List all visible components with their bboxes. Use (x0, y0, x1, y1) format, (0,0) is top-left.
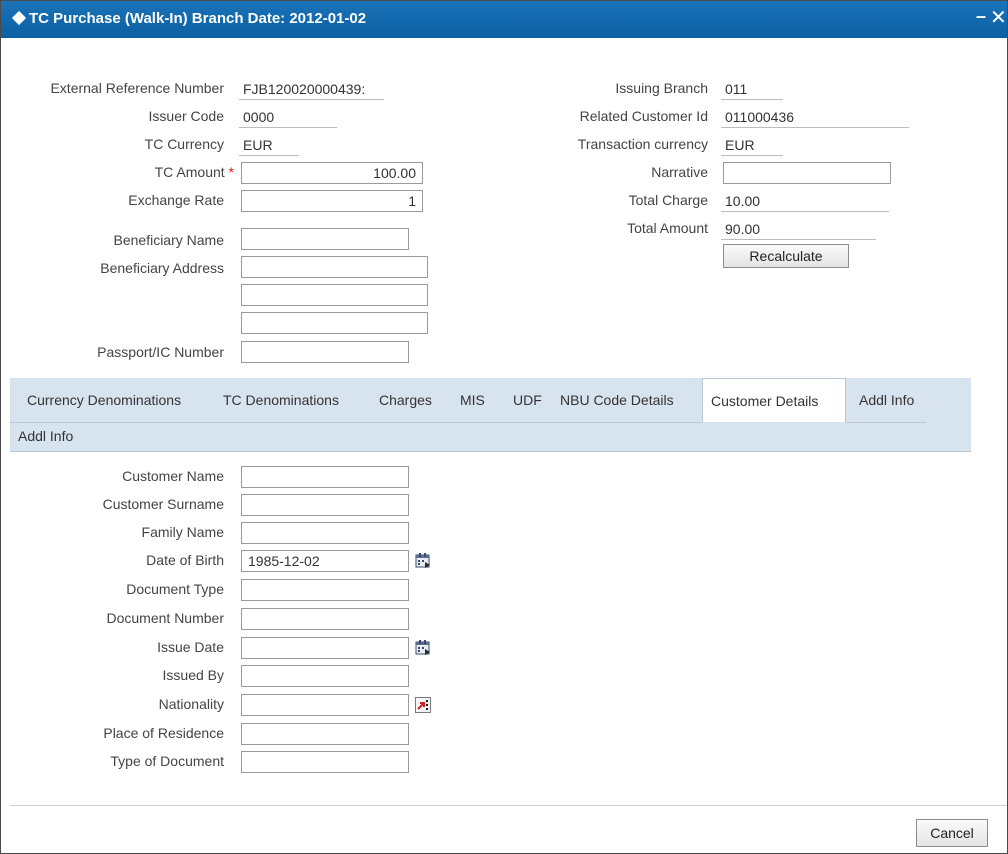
document-number-label: Document Number (106, 610, 225, 626)
tab-tc-denominations[interactable]: TC Denominations (223, 378, 339, 422)
total-charge-field[interactable]: 10.00 (721, 190, 889, 212)
dob-label: Date of Birth (146, 552, 224, 568)
tab-mis[interactable]: MIS (460, 378, 485, 422)
family-name-label: Family Name (141, 524, 224, 540)
calendar-icon[interactable] (415, 552, 431, 568)
transaction-currency-label: Transaction currency (577, 136, 708, 152)
tab-divider-right (846, 422, 926, 423)
dob-input[interactable]: 1985-12-02 (241, 550, 409, 572)
related-customer-field[interactable]: 011000436 (721, 106, 909, 128)
total-amount-field[interactable]: 90.00 (721, 218, 876, 240)
required-marker: * (228, 164, 234, 180)
recalculate-button[interactable]: Recalculate (723, 244, 849, 268)
beneficiary-address-line2[interactable] (241, 284, 428, 306)
issuing-branch-field[interactable]: 011 (721, 78, 783, 100)
beneficiary-name-input[interactable] (241, 228, 409, 250)
nationality-input[interactable] (241, 694, 409, 716)
tab-addl-info-1[interactable]: Addl Info (859, 378, 914, 422)
exchange-rate-label: Exchange Rate (128, 192, 224, 208)
tc-amount-label-text: TC Amount (154, 164, 225, 180)
exchange-rate-input[interactable]: 1 (241, 190, 423, 212)
narrative-label: Narrative (651, 164, 708, 180)
customer-name-label: Customer Name (122, 468, 224, 484)
tab-currency-denominations[interactable]: Currency Denominations (27, 378, 181, 422)
place-of-residence-input[interactable] (241, 723, 409, 745)
document-type-input[interactable] (241, 579, 409, 601)
tc-purchase-window: TC Purchase (Walk-In) Branch Date: 2012-… (0, 0, 1008, 854)
issued-by-label: Issued By (162, 667, 224, 683)
tab-addl-info-2[interactable]: Addl Info (18, 422, 73, 451)
type-of-document-label: Type of Document (110, 753, 224, 769)
ext-ref-field[interactable]: FJB120020000439: (239, 78, 384, 100)
total-charge-label: Total Charge (628, 192, 708, 208)
footer-divider (10, 805, 1007, 806)
passport-input[interactable] (241, 341, 409, 363)
tc-currency-label: TC Currency (144, 136, 224, 152)
document-type-label: Document Type (126, 581, 224, 597)
tc-amount-input[interactable]: 100.00 (241, 162, 423, 184)
issuing-branch-label: Issuing Branch (615, 80, 708, 96)
document-number-input[interactable] (241, 608, 409, 630)
minimize-icon[interactable]: – (976, 6, 986, 27)
place-of-residence-label: Place of Residence (103, 725, 224, 741)
tab-charges[interactable]: Charges (379, 378, 432, 422)
family-name-input[interactable] (241, 522, 409, 544)
close-icon[interactable]: ✕ (990, 5, 1007, 30)
window-title: TC Purchase (Walk-In) Branch Date: 2012-… (29, 10, 367, 27)
total-amount-label: Total Amount (627, 220, 708, 236)
tc-currency-field[interactable]: EUR (239, 134, 299, 156)
passport-label: Passport/IC Number (97, 344, 224, 360)
customer-surname-label: Customer Surname (102, 496, 224, 512)
tab-nbu-code-details[interactable]: NBU Code Details (560, 378, 674, 422)
cancel-button[interactable]: Cancel (916, 819, 988, 847)
issuer-code-field[interactable]: 0000 (239, 106, 337, 128)
tab-divider-left (10, 422, 702, 423)
calendar-icon[interactable] (415, 639, 431, 655)
tab-customer-details[interactable]: Customer Details (702, 378, 846, 422)
ext-ref-label: External Reference Number (50, 80, 224, 96)
transaction-currency-field[interactable]: EUR (721, 134, 783, 156)
customer-name-input[interactable] (241, 466, 409, 488)
list-of-values-icon[interactable] (415, 697, 431, 713)
tab-udf[interactable]: UDF (513, 378, 542, 422)
narrative-input[interactable] (723, 162, 891, 184)
tc-amount-label: TC Amount * (21, 164, 234, 180)
issuer-code-label: Issuer Code (148, 108, 224, 124)
customer-surname-input[interactable] (241, 494, 409, 516)
tab-bar: Currency Denominations TC Denominations … (10, 378, 971, 452)
issued-by-input[interactable] (241, 665, 409, 687)
issue-date-input[interactable] (241, 637, 409, 659)
type-of-document-input[interactable] (241, 751, 409, 773)
beneficiary-address-line3[interactable] (241, 312, 428, 334)
beneficiary-address-label: Beneficiary Address (100, 260, 224, 276)
related-customer-label: Related Customer Id (579, 108, 708, 124)
title-bar: TC Purchase (Walk-In) Branch Date: 2012-… (1, 1, 1007, 38)
beneficiary-address-line1[interactable] (241, 256, 428, 278)
issue-date-label: Issue Date (157, 639, 224, 655)
window-diamond-icon (11, 10, 27, 26)
beneficiary-name-label: Beneficiary Name (113, 232, 225, 248)
nationality-label: Nationality (158, 696, 224, 712)
